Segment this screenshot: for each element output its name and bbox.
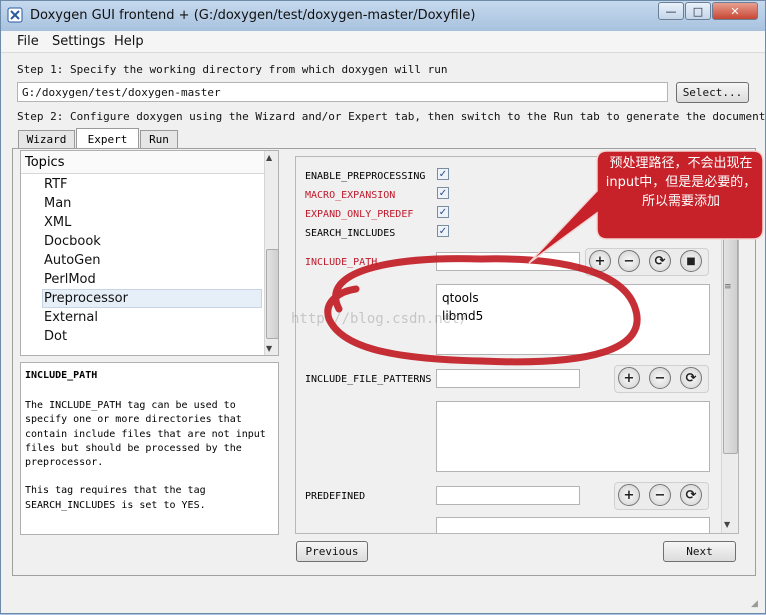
annotation-ellipse xyxy=(324,255,641,366)
next-button[interactable]: Next xyxy=(663,541,736,562)
app-window: Doxygen GUI frontend + (G:/doxygen/test/… xyxy=(0,0,766,614)
annotation-overlay xyxy=(324,150,764,366)
resize-grip-icon[interactable]: ◢ xyxy=(751,599,758,609)
annotation-callout-text: 预处理路径，不会出现在input中，但是是必要的，所以需要添加 xyxy=(605,156,757,209)
previous-button[interactable]: Previous xyxy=(296,541,368,562)
